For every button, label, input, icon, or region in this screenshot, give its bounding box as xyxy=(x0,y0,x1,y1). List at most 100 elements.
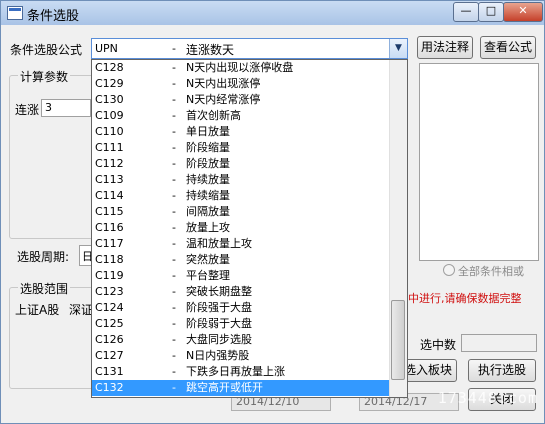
formula-option-dash: - xyxy=(172,237,176,250)
formula-option-code: C132 xyxy=(95,381,124,394)
formula-option-dash: - xyxy=(172,141,176,154)
formula-option[interactable]: C126 - 大盘同步选股 xyxy=(92,332,389,348)
formula-option-code: C111 xyxy=(95,141,124,154)
app-icon xyxy=(7,6,23,20)
formula-option-name: 单日放量 xyxy=(186,125,230,138)
close-window-button[interactable]: ✕ xyxy=(503,2,543,22)
formula-option-dash: - xyxy=(172,189,176,202)
formula-option-code: C124 xyxy=(95,301,124,314)
formula-option[interactable]: C129 - N天内出现涨停 xyxy=(92,76,389,92)
execute-screening-button[interactable]: 执行选股 xyxy=(468,359,536,382)
formula-option-code: C129 xyxy=(95,77,124,90)
streak-value: 3 xyxy=(45,101,52,114)
formula-option-code: C123 xyxy=(95,285,124,298)
formula-option-code: C119 xyxy=(95,269,124,282)
formula-option[interactable]: C128 - N天内出现以涨停收盘 xyxy=(92,60,389,76)
period-label: 选股周期: xyxy=(17,250,70,264)
streak-label: 连涨 xyxy=(15,103,40,117)
formula-option[interactable]: C124 - 阶段强于大盘 xyxy=(92,300,389,316)
formula-option[interactable]: C127 - N日内强势股 xyxy=(92,348,389,364)
formula-option-name: 持续缩量 xyxy=(186,189,230,202)
formula-option-code: C113 xyxy=(95,173,124,186)
formula-option-code: C131 xyxy=(95,365,124,378)
formula-dropdown-list[interactable]: C128- N天内出现以涨停收盘 C129- N天内出现涨停 C130- N天内经常涨停 C… xyxy=(91,59,408,398)
formula-selected-code: UPN xyxy=(95,42,118,55)
formula-option-dash: - xyxy=(172,285,176,298)
minimize-button[interactable]: — xyxy=(453,2,479,22)
formula-description-box[interactable] xyxy=(419,63,539,261)
formula-option-name: 大盘同步选股 xyxy=(186,333,252,346)
title-bar[interactable]: 条件选股 — □ ✕ xyxy=(1,1,544,25)
formula-label: 条件选股公式 xyxy=(10,43,83,57)
chevron-down-icon[interactable]: ▼ xyxy=(389,39,407,58)
formula-selected-dash: - xyxy=(172,42,176,55)
formula-option-code: C114 xyxy=(95,189,124,202)
formula-option-name: 放量上攻 xyxy=(186,221,230,234)
formula-option-name: N日内强势股 xyxy=(186,349,250,362)
formula-option-dash: - xyxy=(172,301,176,314)
formula-option[interactable]: C131 - 下跌多日再放量上涨 xyxy=(92,364,389,380)
view-formula-button[interactable]: 查看公式 xyxy=(480,36,536,59)
formula-option-name: 阶段放量 xyxy=(186,157,230,170)
formula-option[interactable]: C113 - 持续放量 xyxy=(92,172,389,188)
formula-option-dash: - xyxy=(172,157,176,170)
formula-option[interactable]: C115 - 间隔放量 xyxy=(92,204,389,220)
formula-option-name: N天内出现涨停 xyxy=(186,77,261,90)
formula-option-name: 阶段弱于大盘 xyxy=(186,317,252,330)
formula-option-dash: - xyxy=(172,253,176,266)
formula-option-code: C110 xyxy=(95,125,124,138)
maximize-button[interactable]: □ xyxy=(478,2,504,22)
formula-option[interactable]: C119 - 平台整理 xyxy=(92,268,389,284)
formula-option-code: C118 xyxy=(95,253,124,266)
formula-option[interactable]: C111 - 阶段缩量 xyxy=(92,140,389,156)
formula-option-name: 突破长期盘整 xyxy=(186,285,252,298)
formula-option[interactable]: C130 - N天内经常涨停 xyxy=(92,92,389,108)
scrollbar-thumb[interactable] xyxy=(391,300,405,380)
selected-count-label: 选中数 xyxy=(420,338,457,352)
streak-input[interactable]: 3 xyxy=(41,99,91,117)
formula-option-name: 跳空高开或低开 xyxy=(186,381,263,394)
formula-option[interactable]: C123 - 突破长期盘整 xyxy=(92,284,389,300)
formula-option[interactable]: C132 - 跳空高开或低开 xyxy=(92,380,389,396)
formula-option-name: N天内经常涨停 xyxy=(186,93,261,106)
formula-option-name: 温和放量上攻 xyxy=(186,237,252,250)
all-conditions-or-radio[interactable]: 全部条件相或 xyxy=(443,263,524,279)
formula-option-name: 阶段缩量 xyxy=(186,141,230,154)
formula-option[interactable]: C118 - 突然放量 xyxy=(92,252,389,268)
range-item-shenzhen[interactable]: 深证 xyxy=(69,301,93,318)
range-item-shanghai-a[interactable]: 上证A股 xyxy=(15,301,59,318)
formula-option[interactable]: C116 - 放量上攻 xyxy=(92,220,389,236)
formula-option-dash: - xyxy=(172,221,176,234)
formula-option-name: 间隔放量 xyxy=(186,205,230,218)
formula-option-dash: - xyxy=(172,349,176,362)
stock-screening-window: 条件选股 — □ ✕ 条件选股公式 UPN - 连涨数天 ▼ 用法注释 查看公式… xyxy=(0,0,545,424)
formula-option[interactable]: C110 - 单日放量 xyxy=(92,124,389,140)
params-legend: 计算参数 xyxy=(18,68,71,85)
formula-option[interactable]: C114 - 持续缩量 xyxy=(92,188,389,204)
formula-option-code: C128 xyxy=(95,61,124,74)
formula-option[interactable]: C109 - 首次创新高 xyxy=(92,108,389,124)
formula-option-name: 平台整理 xyxy=(186,269,230,282)
formula-selected-name: 连涨数天 xyxy=(186,43,235,57)
formula-option[interactable]: C125 - 阶段弱于大盘 xyxy=(92,316,389,332)
formula-option-dash: - xyxy=(172,125,176,138)
formula-option[interactable]: C117 - 温和放量上攻 xyxy=(92,236,389,252)
formula-option-name: N天内出现以涨停收盘 xyxy=(186,61,294,74)
selected-count-field xyxy=(461,334,537,352)
formula-option-name: 阶段强于大盘 xyxy=(186,301,252,314)
formula-option-dash: - xyxy=(172,381,176,394)
formula-option[interactable]: C112 - 阶段放量 xyxy=(92,156,389,172)
formula-option-dash: - xyxy=(172,61,176,74)
formula-select[interactable]: UPN - 连涨数天 ▼ xyxy=(91,38,408,59)
formula-option-dash: - xyxy=(172,93,176,106)
formula-option-code: C117 xyxy=(95,237,124,250)
radio-icon xyxy=(443,264,455,276)
dropdown-scrollbar[interactable] xyxy=(389,60,407,397)
formula-option-dash: - xyxy=(172,77,176,90)
formula-option-code: C112 xyxy=(95,157,124,170)
formula-option-code: C109 xyxy=(95,109,124,122)
formula-option-code: C127 xyxy=(95,349,124,362)
usage-notes-button[interactable]: 用法注释 xyxy=(417,36,473,59)
range-legend: 选股范围 xyxy=(18,280,71,297)
formula-option-code: C116 xyxy=(95,221,124,234)
